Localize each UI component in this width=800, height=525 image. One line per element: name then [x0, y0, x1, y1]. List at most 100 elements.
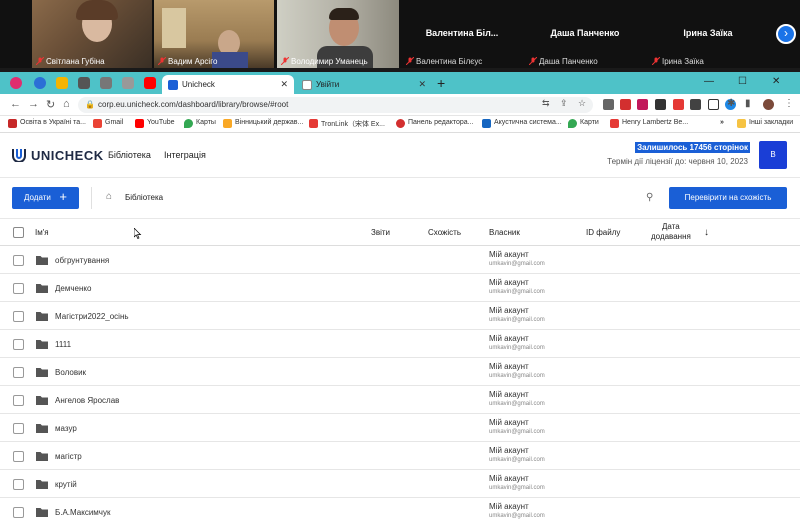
column-reports[interactable]: Звіти [371, 228, 390, 237]
table-row[interactable]: Воловик Мій акаунт umkavin@gmail.com [0, 358, 800, 386]
home-icon[interactable]: ⌂ [106, 191, 112, 202]
row-checkbox[interactable] [13, 339, 24, 350]
forward-icon[interactable]: → [28, 98, 39, 110]
bookmark-item[interactable]: Панель редактора... [396, 119, 474, 128]
bookmark-item[interactable]: Вінницький держав... [223, 119, 303, 128]
row-checkbox[interactable] [13, 395, 24, 406]
check-similarity-button[interactable]: Перевірити на схожість [669, 187, 787, 209]
folder-name[interactable]: Б.А.Максимчук [55, 508, 110, 517]
folder-name[interactable]: крутій [55, 480, 77, 489]
extensions-puzzle-icon[interactable]: ✱ [727, 98, 735, 109]
extension-icon[interactable] [603, 99, 614, 110]
participant-tile[interactable]: Даша Панченко Даша Панченко [525, 0, 645, 68]
close-tab-icon[interactable]: ✕ [418, 79, 426, 90]
share-icon[interactable]: ⇪ [560, 98, 568, 109]
back-icon[interactable]: ← [10, 98, 21, 110]
minimize-icon[interactable]: — [704, 76, 714, 87]
extension-icon[interactable] [673, 99, 684, 110]
add-button[interactable]: Додати + [12, 187, 79, 209]
column-owner[interactable]: Власник [489, 228, 520, 237]
tab-login[interactable]: Увійти ✕ [296, 75, 432, 94]
translate-icon[interactable]: ⇆ [542, 98, 550, 109]
row-checkbox[interactable] [13, 507, 24, 518]
row-checkbox[interactable] [13, 283, 24, 294]
bookmark-item[interactable]: TronLink（宋体 Ex... [309, 119, 385, 129]
table-row[interactable]: Демченко Мій акаунт umkavin@gmail.com [0, 274, 800, 302]
new-tab-icon[interactable]: + [437, 75, 445, 91]
row-checkbox[interactable] [13, 311, 24, 322]
table-row[interactable]: мазур Мій акаунт umkavin@gmail.com [0, 414, 800, 442]
row-checkbox[interactable] [13, 451, 24, 462]
pinned-tab-icon[interactable] [10, 77, 22, 89]
extension-icon[interactable] [637, 99, 648, 110]
folder-name[interactable]: Демченко [55, 284, 91, 293]
participant-tile[interactable]: Валентина Біл... Валентина Білєус [402, 0, 522, 68]
folder-name[interactable]: обгрунтування [55, 256, 109, 265]
table-row[interactable]: крутій Мій акаунт umkavin@gmail.com [0, 470, 800, 498]
folder-name[interactable]: Воловик [55, 368, 86, 377]
pinned-tab-icon[interactable] [100, 77, 112, 89]
nav-integration[interactable]: Інтеграція [164, 150, 206, 160]
address-bar[interactable]: 🔒 corp.eu.unicheck.com/dashboard/library… [78, 97, 593, 113]
bookmark-item[interactable]: YouTube [135, 119, 175, 128]
breadcrumb[interactable]: Бібліотека [125, 193, 163, 202]
pinned-tab-icon[interactable] [122, 77, 134, 89]
extension-icon[interactable] [690, 99, 701, 110]
pinned-tab-icon[interactable] [56, 77, 68, 89]
row-checkbox[interactable] [13, 255, 24, 266]
search-icon[interactable]: ⚲ [646, 192, 653, 203]
home-icon[interactable]: ⌂ [63, 98, 70, 110]
row-checkbox[interactable] [13, 423, 24, 434]
maximize-icon[interactable]: ☐ [738, 76, 747, 87]
folder-name[interactable]: мазур [55, 424, 77, 433]
bookmark-item[interactable]: Карти [568, 119, 599, 128]
table-row[interactable]: обгрунтування Мій акаунт umkavin@gmail.c… [0, 246, 800, 274]
bookmark-item[interactable]: Карты [184, 119, 216, 128]
sort-desc-icon[interactable]: ↓ [704, 227, 709, 238]
select-all-checkbox[interactable] [13, 227, 24, 238]
bookmark-item[interactable]: Акустична система... [482, 119, 562, 128]
menu-dots-icon[interactable]: ⋮ [784, 98, 794, 109]
table-row[interactable]: магістр Мій акаунт umkavin@gmail.com [0, 442, 800, 470]
bookmark-star-icon[interactable]: ☆ [578, 98, 586, 109]
column-date-added[interactable]: Дата [662, 222, 680, 231]
extension-icon[interactable] [655, 99, 666, 110]
reload-icon[interactable]: ↻ [46, 98, 55, 111]
profile-avatar[interactable] [763, 99, 774, 110]
table-row[interactable]: 1111 Мій акаунт umkavin@gmail.com [0, 330, 800, 358]
column-name[interactable]: Ім'я [35, 228, 49, 237]
pinned-tab-icon[interactable] [34, 77, 46, 89]
user-avatar-button[interactable]: В [759, 141, 787, 169]
close-window-icon[interactable]: ✕ [772, 76, 780, 87]
folder-name[interactable]: 1111 [55, 340, 71, 349]
tab-unicheck[interactable]: Unicheck ✕ [162, 75, 294, 94]
participant-tile[interactable]: Світлана Губіна [32, 0, 152, 68]
bookmark-item[interactable]: Henry Lambertz Be... [610, 119, 688, 128]
folder-name[interactable]: магістр [55, 452, 82, 461]
column-file-id[interactable]: ID файлу [586, 228, 620, 237]
sidepanel-icon[interactable]: ▮ [745, 98, 751, 109]
participant-tile[interactable]: Ірина Заїка Ірина Заїка [648, 0, 768, 68]
extension-icon[interactable] [620, 99, 631, 110]
other-bookmarks-folder[interactable]: Інші закладки [737, 119, 793, 128]
participant-tile[interactable]: Володимир Уманець [277, 0, 399, 68]
next-participants-button[interactable]: › [776, 24, 796, 44]
bookmark-item[interactable]: Освіта в Україні та... [8, 119, 86, 128]
pinned-tab-icon[interactable] [78, 77, 90, 89]
row-checkbox[interactable] [13, 367, 24, 378]
close-tab-icon[interactable]: ✕ [280, 79, 288, 90]
column-similarity[interactable]: Схожість [428, 228, 461, 237]
bookmarks-overflow-icon[interactable]: » [720, 119, 724, 126]
table-row[interactable]: Магістри2022_осінь Мій акаунт umkavin@gm… [0, 302, 800, 330]
nav-library[interactable]: Бібліотека [108, 150, 151, 160]
youtube-tab-icon[interactable] [144, 77, 156, 89]
table-row[interactable]: Б.А.Максимчук Мій акаунт umkavin@gmail.c… [0, 498, 800, 525]
table-row[interactable]: Ангелов Ярослав Мій акаунт umkavin@gmail… [0, 386, 800, 414]
row-checkbox[interactable] [13, 479, 24, 490]
column-date-added-sub[interactable]: додавання [651, 232, 691, 241]
extension-icon[interactable] [708, 99, 719, 110]
bookmark-item[interactable]: Gmail [93, 119, 123, 128]
folder-name[interactable]: Ангелов Ярослав [55, 396, 119, 405]
participant-tile[interactable]: Вадим Арсіго [154, 0, 274, 68]
folder-name[interactable]: Магістри2022_осінь [55, 312, 129, 321]
